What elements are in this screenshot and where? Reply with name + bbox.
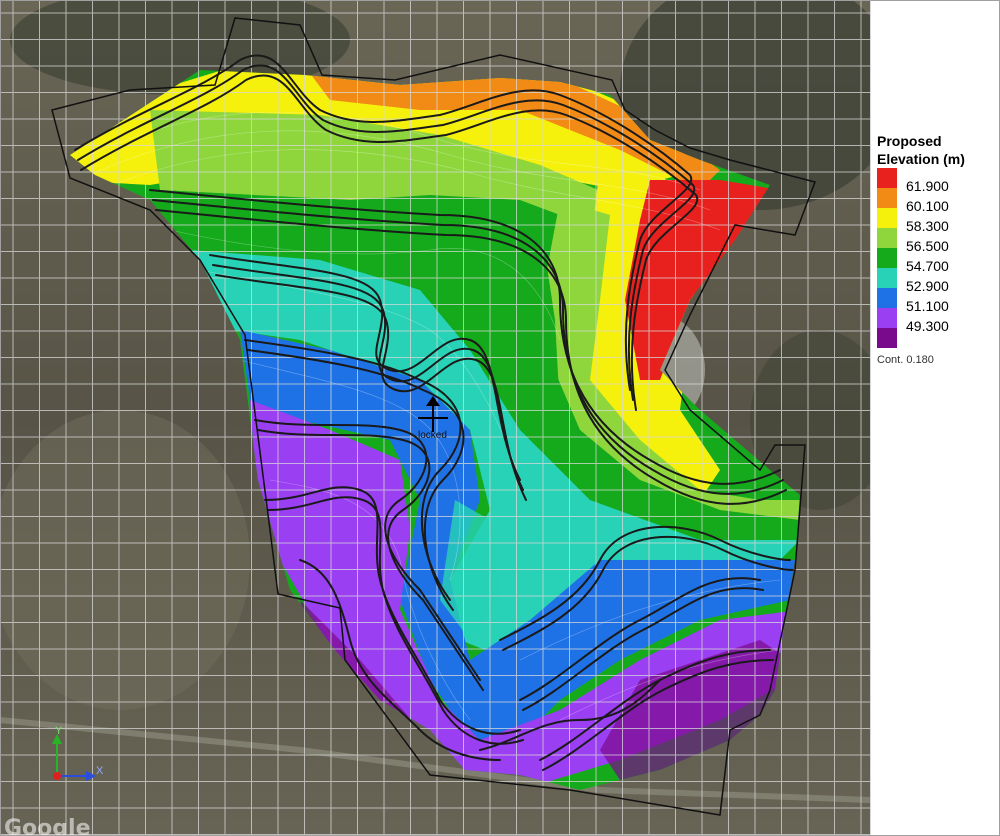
legend-item: 58.300 — [877, 208, 997, 234]
legend-rows: 61.900 60.100 58.300 56.500 54.700 52.900 51.1… — [877, 168, 997, 348]
legend-swatch — [877, 188, 897, 208]
legend-item: 49.300 — [877, 308, 997, 334]
bare-ground — [0, 410, 250, 710]
legend-swatch — [877, 168, 897, 188]
legend-item: 52.900 — [877, 268, 997, 294]
axis-label-x: X — [96, 765, 104, 777]
google-attribution: Google — [4, 816, 91, 836]
legend-swatch — [877, 288, 897, 308]
legend-swatch — [877, 308, 897, 328]
legend-item: 51.100 — [877, 288, 997, 314]
axis-label-y: Y — [55, 725, 63, 737]
legend-panel: Proposed Elevation (m) 61.900 60.100 58.30… — [870, 0, 1000, 836]
legend-swatch — [877, 328, 897, 348]
elevation-legend: Proposed Elevation (m) 61.900 60.100 58.30… — [877, 132, 997, 366]
marker-label: locked — [418, 430, 447, 441]
elevation-map[interactable]: locked Y X — [0, 0, 870, 836]
legend-swatch — [877, 248, 897, 268]
legend-item: 60.100 — [877, 188, 997, 214]
legend-item: 54.700 — [877, 248, 997, 274]
legend-item: 56.500 — [877, 228, 997, 254]
legend-swatch — [877, 208, 897, 228]
contour-interval-label: Cont. 0.180 — [877, 354, 934, 366]
legend-item — [877, 328, 997, 348]
legend-item: 61.900 — [877, 168, 997, 194]
legend-swatch — [877, 228, 897, 248]
map-viewport[interactable]: locked Y X Google — [0, 0, 870, 836]
legend-title: Proposed Elevation (m) — [877, 133, 965, 167]
legend-swatch — [877, 268, 897, 288]
